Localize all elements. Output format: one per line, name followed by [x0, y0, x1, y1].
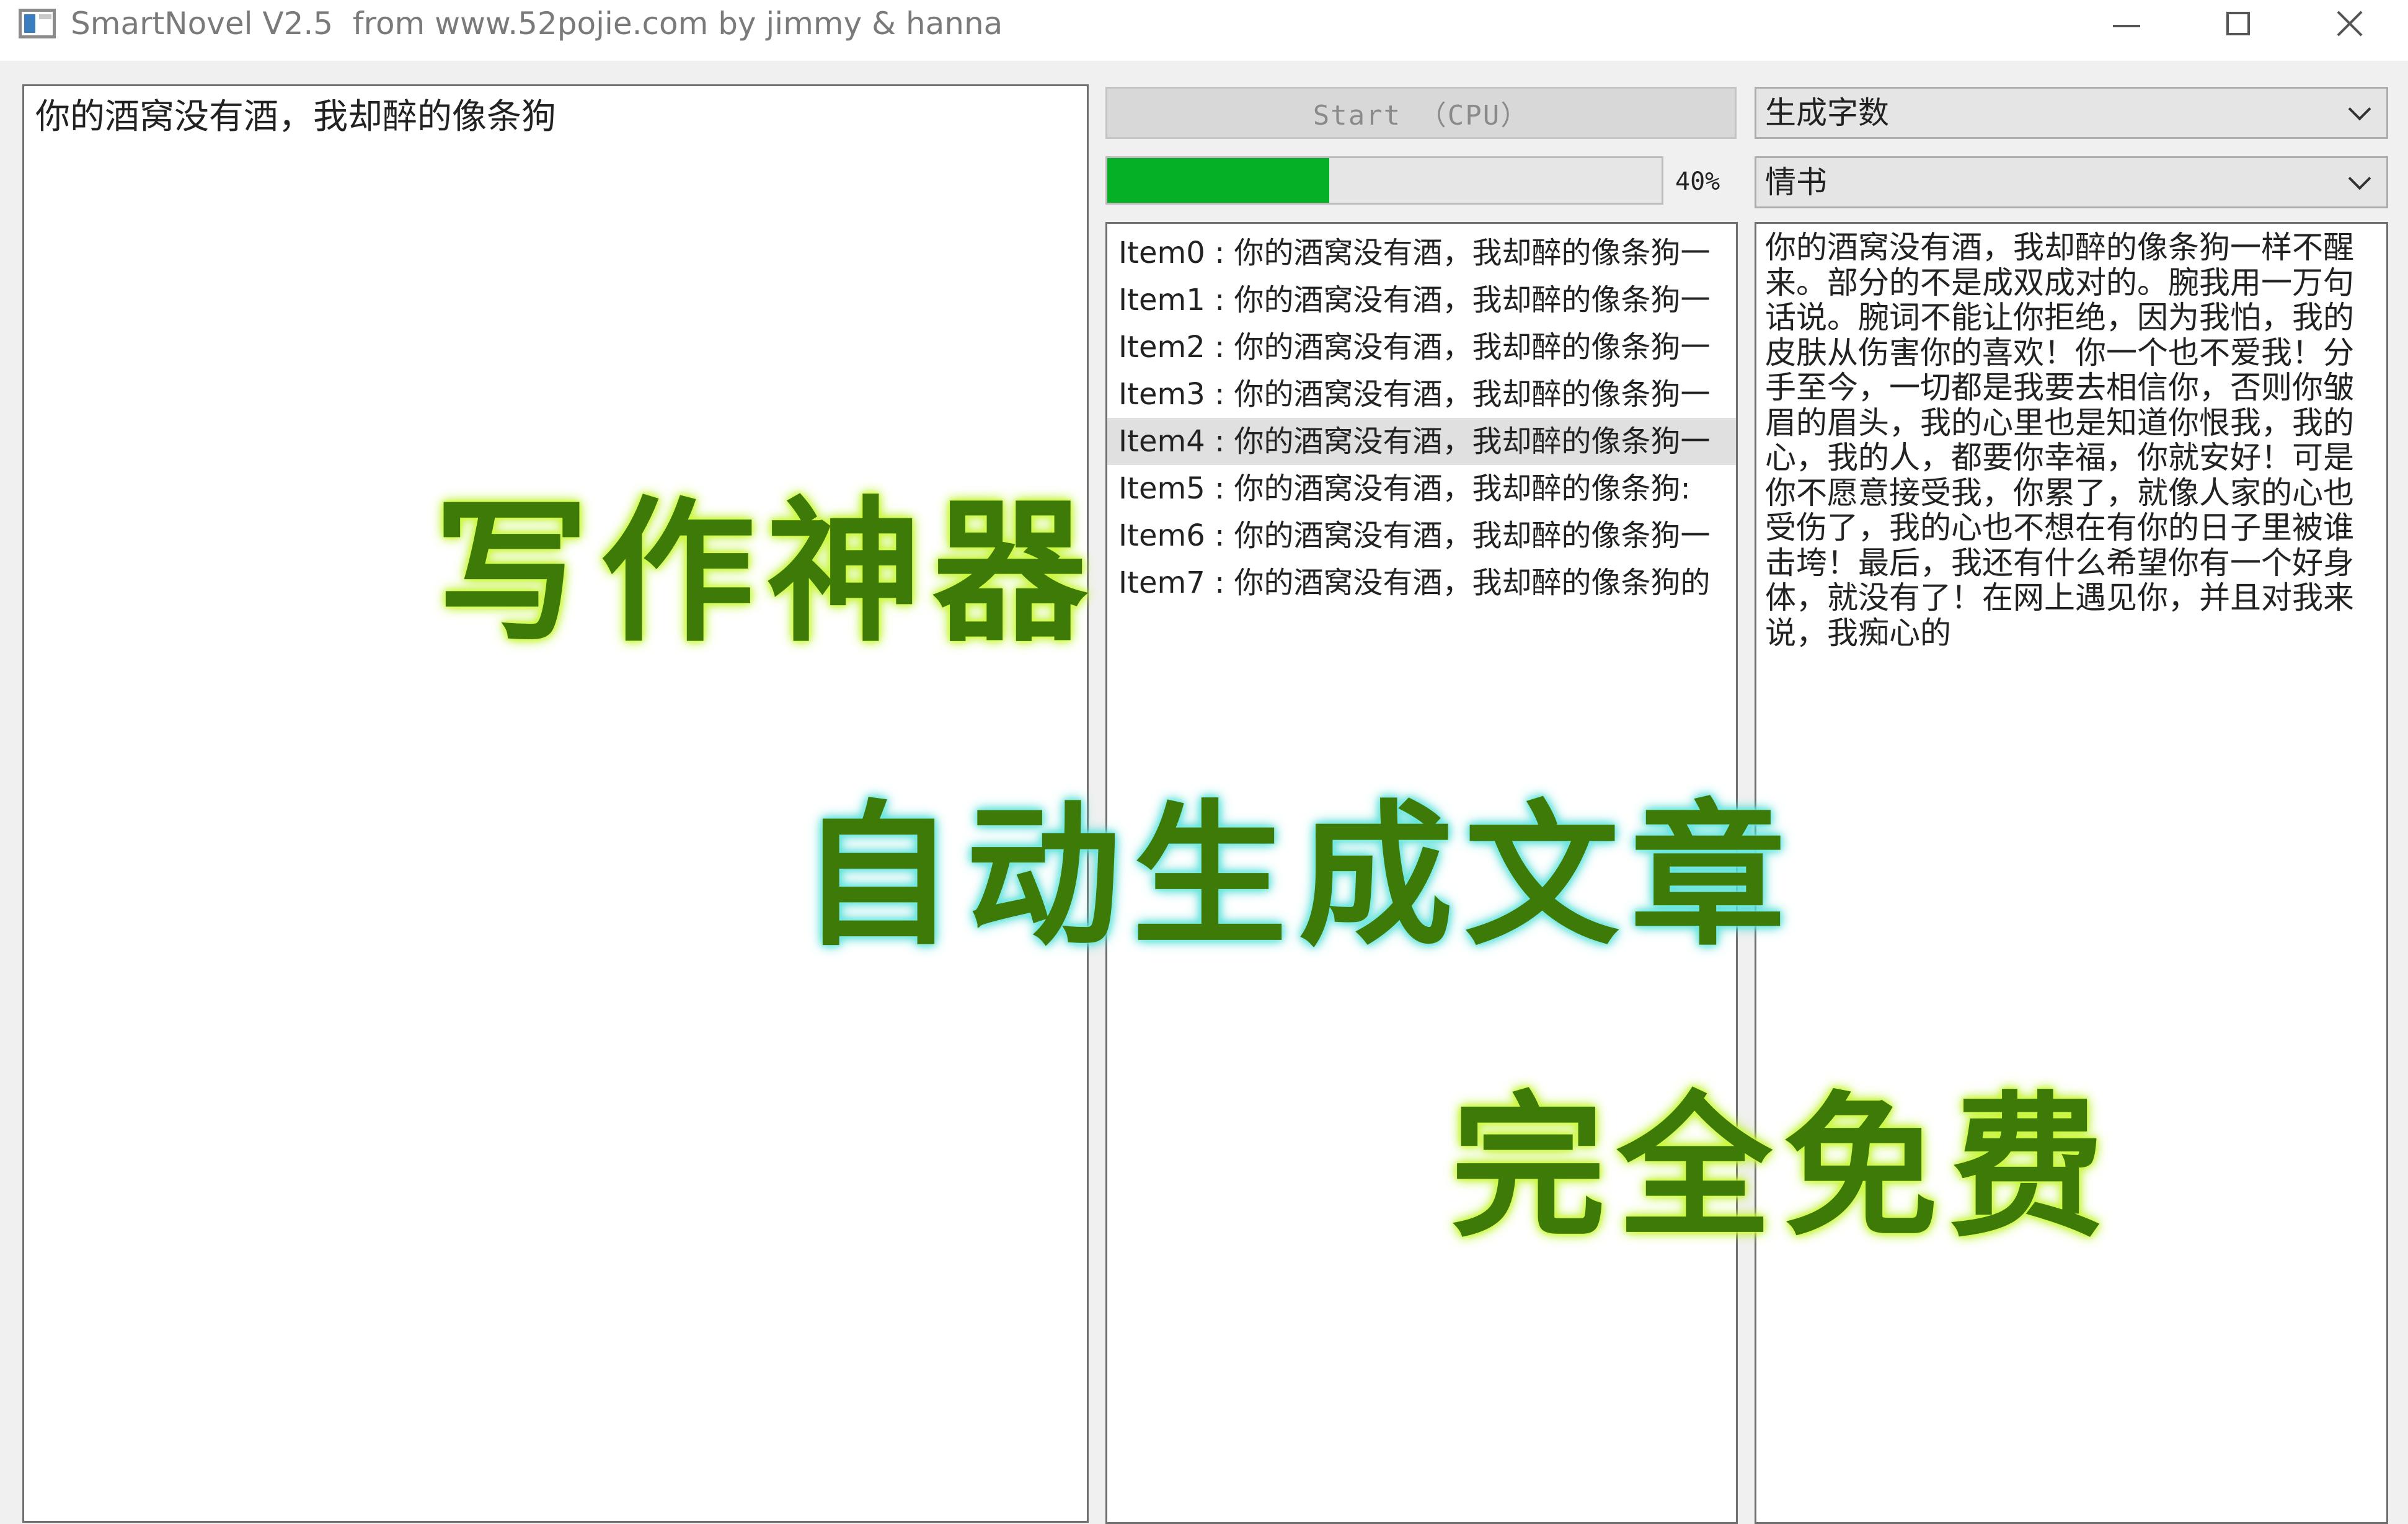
mode-select-value: 生成字数 [1765, 95, 1889, 131]
chevron-down-icon [2348, 167, 2371, 190]
chevron-down-icon [2348, 97, 2371, 121]
list-item-selected[interactable]: Item4 : 你的酒窝没有酒，我却醉的像条狗一 [1107, 418, 1736, 465]
progress-fill [1107, 158, 1329, 203]
title-bar[interactable]: SmartNovel V2.5 from www.52pojie.com by … [0, 0, 2408, 61]
list-item[interactable]: Item7 : 你的酒窝没有酒，我却醉的像条狗的 [1107, 559, 1736, 606]
maximize-button[interactable] [2182, 0, 2294, 47]
maximize-icon [2226, 12, 2250, 35]
results-list[interactable]: Item0 : 你的酒窝没有酒，我却醉的像条狗一 Item1 : 你的酒窝没有酒… [1105, 222, 1738, 1524]
list-item[interactable]: Item6 : 你的酒窝没有酒，我却醉的像条狗一 [1107, 512, 1736, 559]
progress-bar [1105, 156, 1663, 205]
list-item[interactable]: Item2 : 你的酒窝没有酒，我却醉的像条狗一 [1107, 324, 1736, 371]
close-icon [2335, 9, 2364, 38]
list-item[interactable]: Item0 : 你的酒窝没有酒，我却醉的像条狗一 [1107, 229, 1736, 277]
start-button[interactable]: Start （CPU） [1105, 87, 1737, 139]
minimize-icon [2113, 25, 2140, 27]
list-item[interactable]: Item3 : 你的酒窝没有酒，我却醉的像条狗一 [1107, 371, 1736, 418]
list-item[interactable]: Item1 : 你的酒窝没有酒，我却醉的像条狗一 [1107, 277, 1736, 324]
style-select-value: 情书 [1765, 164, 1827, 200]
progress-percent: 40% [1675, 167, 1720, 196]
window-title: SmartNovel V2.5 from www.52pojie.com by … [71, 6, 1003, 42]
prompt-input-text: 你的酒窝没有酒，我却醉的像条狗 [35, 97, 556, 137]
prompt-input-area[interactable]: 你的酒窝没有酒，我却醉的像条狗 [22, 84, 1089, 1523]
generated-output-text: 你的酒窝没有酒，我却醉的像条狗一样不醒来。部分的不是成双成对的。腕我用一万句话说… [1765, 229, 2354, 651]
app-icon [19, 9, 56, 38]
generated-output-area[interactable]: 你的酒窝没有酒，我却醉的像条狗一样不醒来。部分的不是成双成对的。腕我用一万句话说… [1755, 222, 2388, 1524]
list-item[interactable]: Item5 : 你的酒窝没有酒，我却醉的像条狗: [1107, 465, 1736, 512]
minimize-button[interactable] [2071, 0, 2182, 47]
mode-select[interactable]: 生成字数 [1755, 87, 2388, 139]
style-select[interactable]: 情书 [1755, 156, 2388, 208]
close-button[interactable] [2294, 0, 2406, 47]
